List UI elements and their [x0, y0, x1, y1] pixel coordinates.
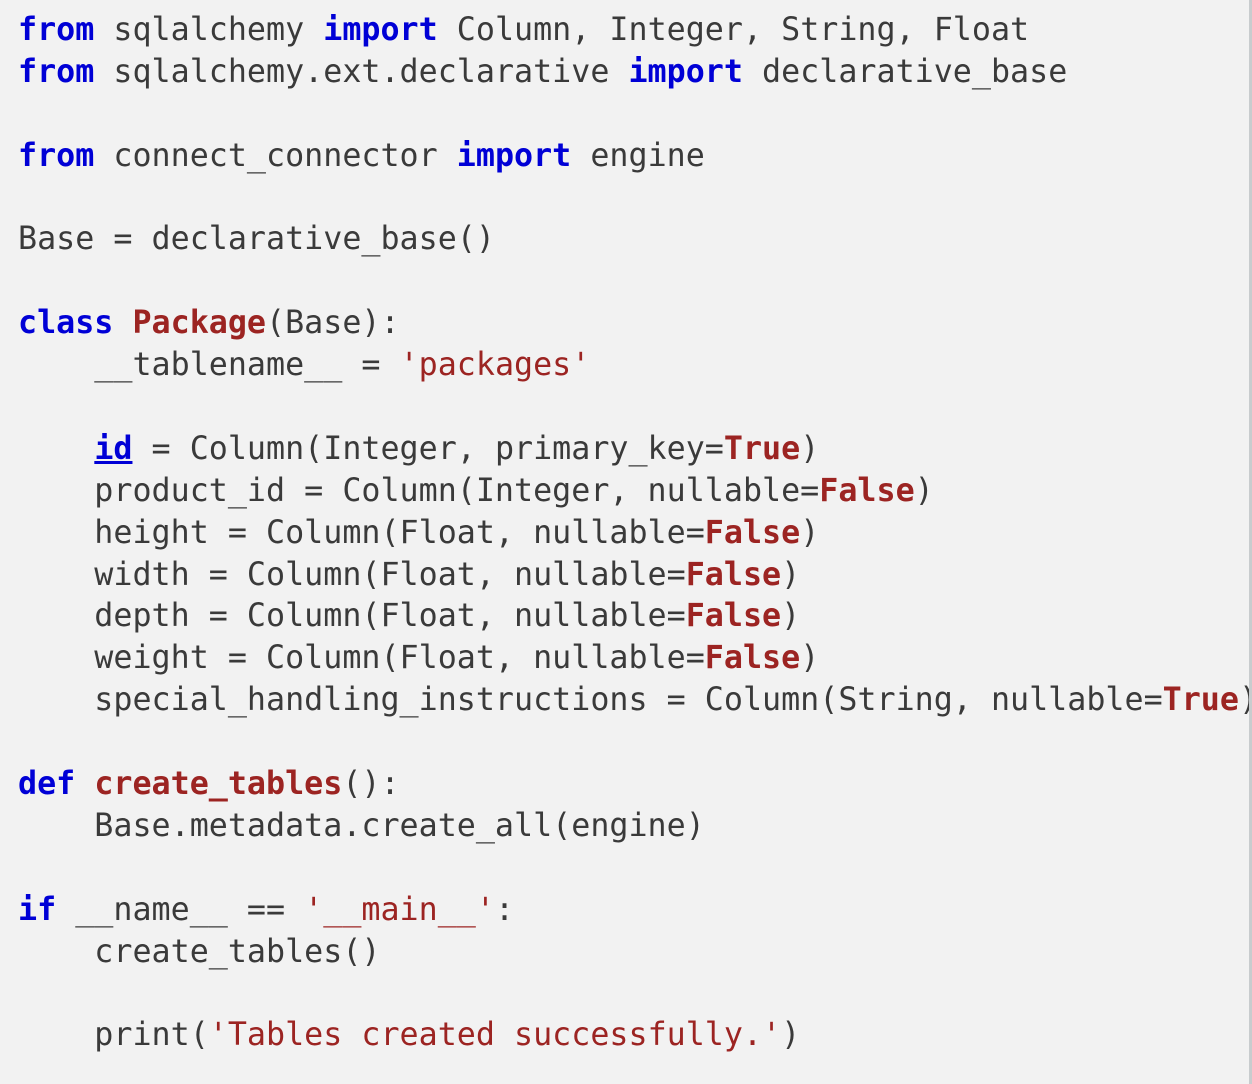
- code-line-24-blank: [18, 973, 1249, 1015]
- constant-true: True: [723, 430, 801, 467]
- dunder-name-comparison: __name__ ==: [56, 891, 305, 928]
- code-line-22: if __name__ == '__main__':: [18, 890, 1249, 932]
- code-line-8: class Package(Base):: [18, 303, 1249, 345]
- code-line-20: Base.metadata.create_all(engine): [18, 806, 1249, 848]
- code-line-10-blank: [18, 387, 1249, 429]
- string-packages: 'packages': [399, 347, 591, 384]
- base-assignment: Base = declarative_base(): [18, 221, 495, 258]
- class-name-package: Package: [132, 305, 267, 342]
- close-paren: ): [800, 430, 820, 467]
- module-path: connect_connector: [94, 137, 457, 174]
- keyword-if: if: [18, 891, 57, 928]
- string-tables-created: 'Tables created successfully.': [208, 1017, 782, 1054]
- create-all-call: Base.metadata.create_all(engine): [18, 807, 705, 844]
- code-line-23: create_tables(): [18, 932, 1249, 974]
- module-path: sqlalchemy.ext.declarative: [94, 53, 629, 90]
- keyword-from: from: [18, 12, 95, 48]
- column-def-special-handling-instructions: special_handling_instructions = Column(S…: [18, 682, 1163, 719]
- column-def-weight: weight = Column(Float, nullable=: [18, 640, 705, 677]
- column-def-product-id: product_id = Column(Integer, nullable=: [18, 472, 820, 509]
- keyword-import: import: [628, 53, 743, 90]
- string-main: '__main__': [304, 891, 495, 928]
- close-paren: ): [1239, 682, 1249, 718]
- code-line-15: depth = Column(Float, nullable=False): [18, 596, 1249, 638]
- code-line-1: from sqlalchemy import Column, Integer, …: [18, 10, 1249, 52]
- close-paren: ): [781, 598, 801, 635]
- keyword-def: def: [18, 766, 76, 803]
- code-line-18-blank: [18, 722, 1249, 764]
- constant-true: True: [1162, 682, 1239, 719]
- keyword-import: import: [323, 12, 438, 48]
- code-line-12: product_id = Column(Integer, nullable=Fa…: [18, 471, 1249, 513]
- code-viewer[interactable]: from sqlalchemy import Column, Integer, …: [0, 0, 1252, 1084]
- constant-false: False: [685, 556, 782, 593]
- code-line-17: special_handling_instructions = Column(S…: [18, 680, 1249, 722]
- code-line-2: from sqlalchemy.ext.declarative import d…: [18, 52, 1249, 94]
- code-line-3-blank: [18, 94, 1249, 136]
- column-def-id: = Column(Integer, primary_key=: [132, 430, 724, 467]
- constant-false: False: [704, 514, 801, 551]
- create-tables-call: create_tables(): [18, 933, 381, 970]
- code-line-25: print('Tables created successfully.'): [18, 1015, 1249, 1057]
- code-line-19: def create_tables():: [18, 764, 1249, 806]
- code-line-16: weight = Column(Float, nullable=False): [18, 638, 1249, 680]
- tablename-assignment: __tablename__ =: [18, 347, 400, 384]
- colon: :: [494, 891, 515, 928]
- function-name-create-tables: create_tables: [94, 766, 343, 803]
- keyword-from: from: [18, 137, 95, 174]
- keyword-from: from: [18, 53, 95, 90]
- function-signature: ():: [342, 766, 400, 803]
- code-line-11: id = Column(Integer, primary_key=True): [18, 429, 1249, 471]
- column-def-width: width = Column(Float, nullable=: [18, 556, 686, 593]
- constant-false: False: [704, 640, 801, 677]
- close-paren: ): [914, 472, 934, 509]
- imported-names: engine: [571, 137, 705, 174]
- code-line-7-blank: [18, 261, 1249, 303]
- close-paren: ): [800, 514, 820, 551]
- constant-false: False: [819, 472, 915, 509]
- column-def-height: height = Column(Float, nullable=: [18, 514, 705, 551]
- code-line-9: __tablename__ = 'packages': [18, 345, 1249, 387]
- keyword-import: import: [456, 137, 572, 174]
- keyword-class: class: [18, 305, 114, 342]
- imported-names: declarative_base: [742, 53, 1068, 90]
- code-line-4: from connect_connector import engine: [18, 136, 1249, 178]
- imported-names: Column, Integer, String, Float: [437, 12, 1030, 48]
- close-paren: ): [781, 1017, 801, 1054]
- module-path: sqlalchemy: [94, 12, 324, 48]
- code-line-13: height = Column(Float, nullable=False): [18, 513, 1249, 555]
- print-call: print(: [18, 1017, 209, 1054]
- close-paren: ): [781, 556, 801, 593]
- python-source-code[interactable]: from sqlalchemy import Column, Integer, …: [18, 10, 1249, 1057]
- constant-false: False: [685, 598, 782, 635]
- close-paren: ): [800, 640, 820, 677]
- class-bases: (Base):: [266, 305, 400, 342]
- code-line-21-blank: [18, 848, 1249, 890]
- builtin-id: id: [94, 430, 133, 467]
- column-def-depth: depth = Column(Float, nullable=: [18, 598, 686, 635]
- code-line-5-blank: [18, 178, 1249, 220]
- code-line-14: width = Column(Float, nullable=False): [18, 555, 1249, 597]
- code-line-6: Base = declarative_base(): [18, 219, 1249, 261]
